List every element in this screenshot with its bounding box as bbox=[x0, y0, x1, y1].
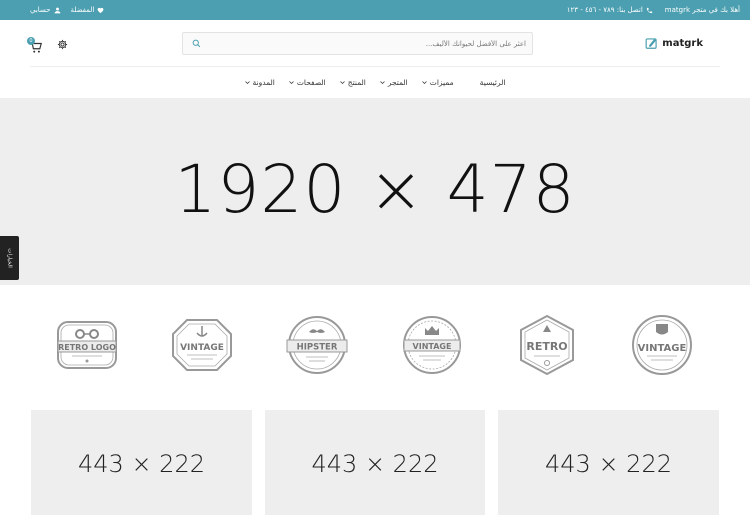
brand-logo-vintage-shield[interactable]: VINTAGE bbox=[627, 310, 697, 380]
nav-item-pages[interactable]: الصفحات bbox=[287, 78, 328, 87]
banner-placeholder-text: 443 × 222 bbox=[545, 450, 672, 478]
brand-badge-graphic: RETRO LOGO bbox=[57, 321, 117, 369]
search-input[interactable] bbox=[206, 33, 526, 54]
nav-label: مميزات bbox=[429, 78, 454, 87]
nav-label: المدونة bbox=[252, 78, 275, 87]
brand-logo-hipster[interactable]: HIPSTER bbox=[282, 310, 352, 380]
chevron-down-icon bbox=[244, 81, 250, 85]
logo-icon bbox=[645, 38, 657, 49]
chevron-down-icon bbox=[380, 81, 385, 85]
site-logo[interactable]: matgrk bbox=[645, 36, 703, 50]
chevron-down-icon bbox=[289, 81, 294, 85]
main-nav: الرئيسية مميزات المتجر المنتج الصفحات ال… bbox=[0, 67, 750, 98]
contact-link[interactable]: اتصل بنا: ٧٨٩ - ٤٥٦ - ١٢٣ bbox=[567, 6, 653, 14]
nav-label: الصفحات bbox=[296, 78, 326, 87]
brand-logo-vintage-crown[interactable]: VINTAGE bbox=[397, 310, 467, 380]
brand-badge-graphic: RETRO bbox=[520, 314, 574, 376]
nav-item-blog[interactable]: المدونة bbox=[243, 78, 277, 87]
nav-item-store[interactable]: المتجر bbox=[378, 78, 410, 87]
settings-button[interactable] bbox=[57, 35, 68, 54]
promo-banner-2[interactable]: 443 × 222 bbox=[265, 410, 485, 515]
site-header: matgrk 0 bbox=[0, 20, 750, 67]
cart-button[interactable]: 0 bbox=[27, 36, 43, 53]
header-icons: 0 bbox=[27, 35, 68, 54]
brand-logo-retro-logo[interactable]: RETRO LOGO bbox=[52, 310, 122, 380]
cart-count-badge: 0 bbox=[27, 36, 35, 45]
hero-placeholder-text: 1920 × 478 bbox=[174, 151, 576, 228]
nav-label: المتجر bbox=[387, 78, 408, 87]
user-icon bbox=[54, 7, 60, 13]
brand-label: VINTAGE bbox=[180, 343, 224, 353]
top-bar: أهلا بك في متجر matgrk اتصل بنا: ٧٨٩ - ٤… bbox=[0, 0, 750, 20]
brand-label: VINTAGE bbox=[638, 343, 687, 354]
brand-badge-graphic: VINTAGE bbox=[403, 316, 461, 374]
brand-label: VINTAGE bbox=[413, 342, 452, 351]
nav-label: الرئيسية bbox=[479, 78, 506, 87]
top-bar-left: المفضلة حسابي bbox=[30, 0, 104, 20]
brand-logos-row: RETRO LOGO VINTAGE HIPSTER VINTAGE RETRO… bbox=[30, 310, 720, 385]
brand-badge-graphic: HIPSTER bbox=[286, 316, 348, 374]
wishlist-label: المفضلة bbox=[70, 6, 95, 14]
banner-placeholder-text: 443 × 222 bbox=[78, 450, 205, 478]
contact-text: اتصل بنا: ٧٨٩ - ٤٥٦ - ١٢٣ bbox=[566, 6, 643, 14]
chevron-down-icon bbox=[339, 81, 345, 85]
top-bar-right: أهلا بك في متجر matgrk اتصل بنا: ٧٨٩ - ٤… bbox=[567, 0, 740, 20]
brand-label: RETRO LOGO bbox=[58, 343, 116, 352]
brand-label: HIPSTER bbox=[297, 343, 338, 353]
nav-label: المنتج bbox=[347, 78, 366, 87]
heart-icon bbox=[97, 7, 104, 13]
promo-banner-3[interactable]: 443 × 222 bbox=[498, 410, 719, 515]
search-bar bbox=[182, 32, 533, 55]
nav-item-features[interactable]: مميزات bbox=[420, 78, 456, 87]
nav-item-home[interactable]: الرئيسية bbox=[478, 78, 508, 87]
welcome-text: أهلا بك في متجر matgrk bbox=[664, 6, 740, 14]
hero-banner[interactable]: 1920 × 478 bbox=[0, 98, 750, 285]
brand-badge-graphic: VINTAGE bbox=[172, 319, 232, 371]
logo-text: matgrk bbox=[662, 37, 703, 49]
account-link[interactable]: حسابي bbox=[30, 6, 61, 14]
nav-item-product[interactable]: المنتج bbox=[338, 78, 368, 87]
gear-icon bbox=[57, 39, 68, 50]
chevron-down-icon bbox=[422, 81, 427, 85]
phone-icon bbox=[646, 7, 652, 13]
search-icon[interactable] bbox=[192, 39, 201, 48]
promo-banner-1[interactable]: 443 × 222 bbox=[31, 410, 252, 515]
options-side-tab[interactable]: الخيارات bbox=[0, 236, 19, 280]
brand-label: RETRO bbox=[526, 340, 567, 353]
brand-logo-retro[interactable]: RETRO bbox=[512, 310, 582, 380]
account-label: حسابي bbox=[30, 6, 51, 14]
brand-badge-graphic: VINTAGE bbox=[632, 315, 692, 375]
side-tab-label: الخيارات bbox=[6, 248, 13, 268]
banner-placeholder-text: 443 × 222 bbox=[311, 450, 439, 478]
wishlist-link[interactable]: المفضلة bbox=[71, 6, 105, 14]
brand-logo-vintage-anchor[interactable]: VINTAGE bbox=[167, 310, 237, 380]
